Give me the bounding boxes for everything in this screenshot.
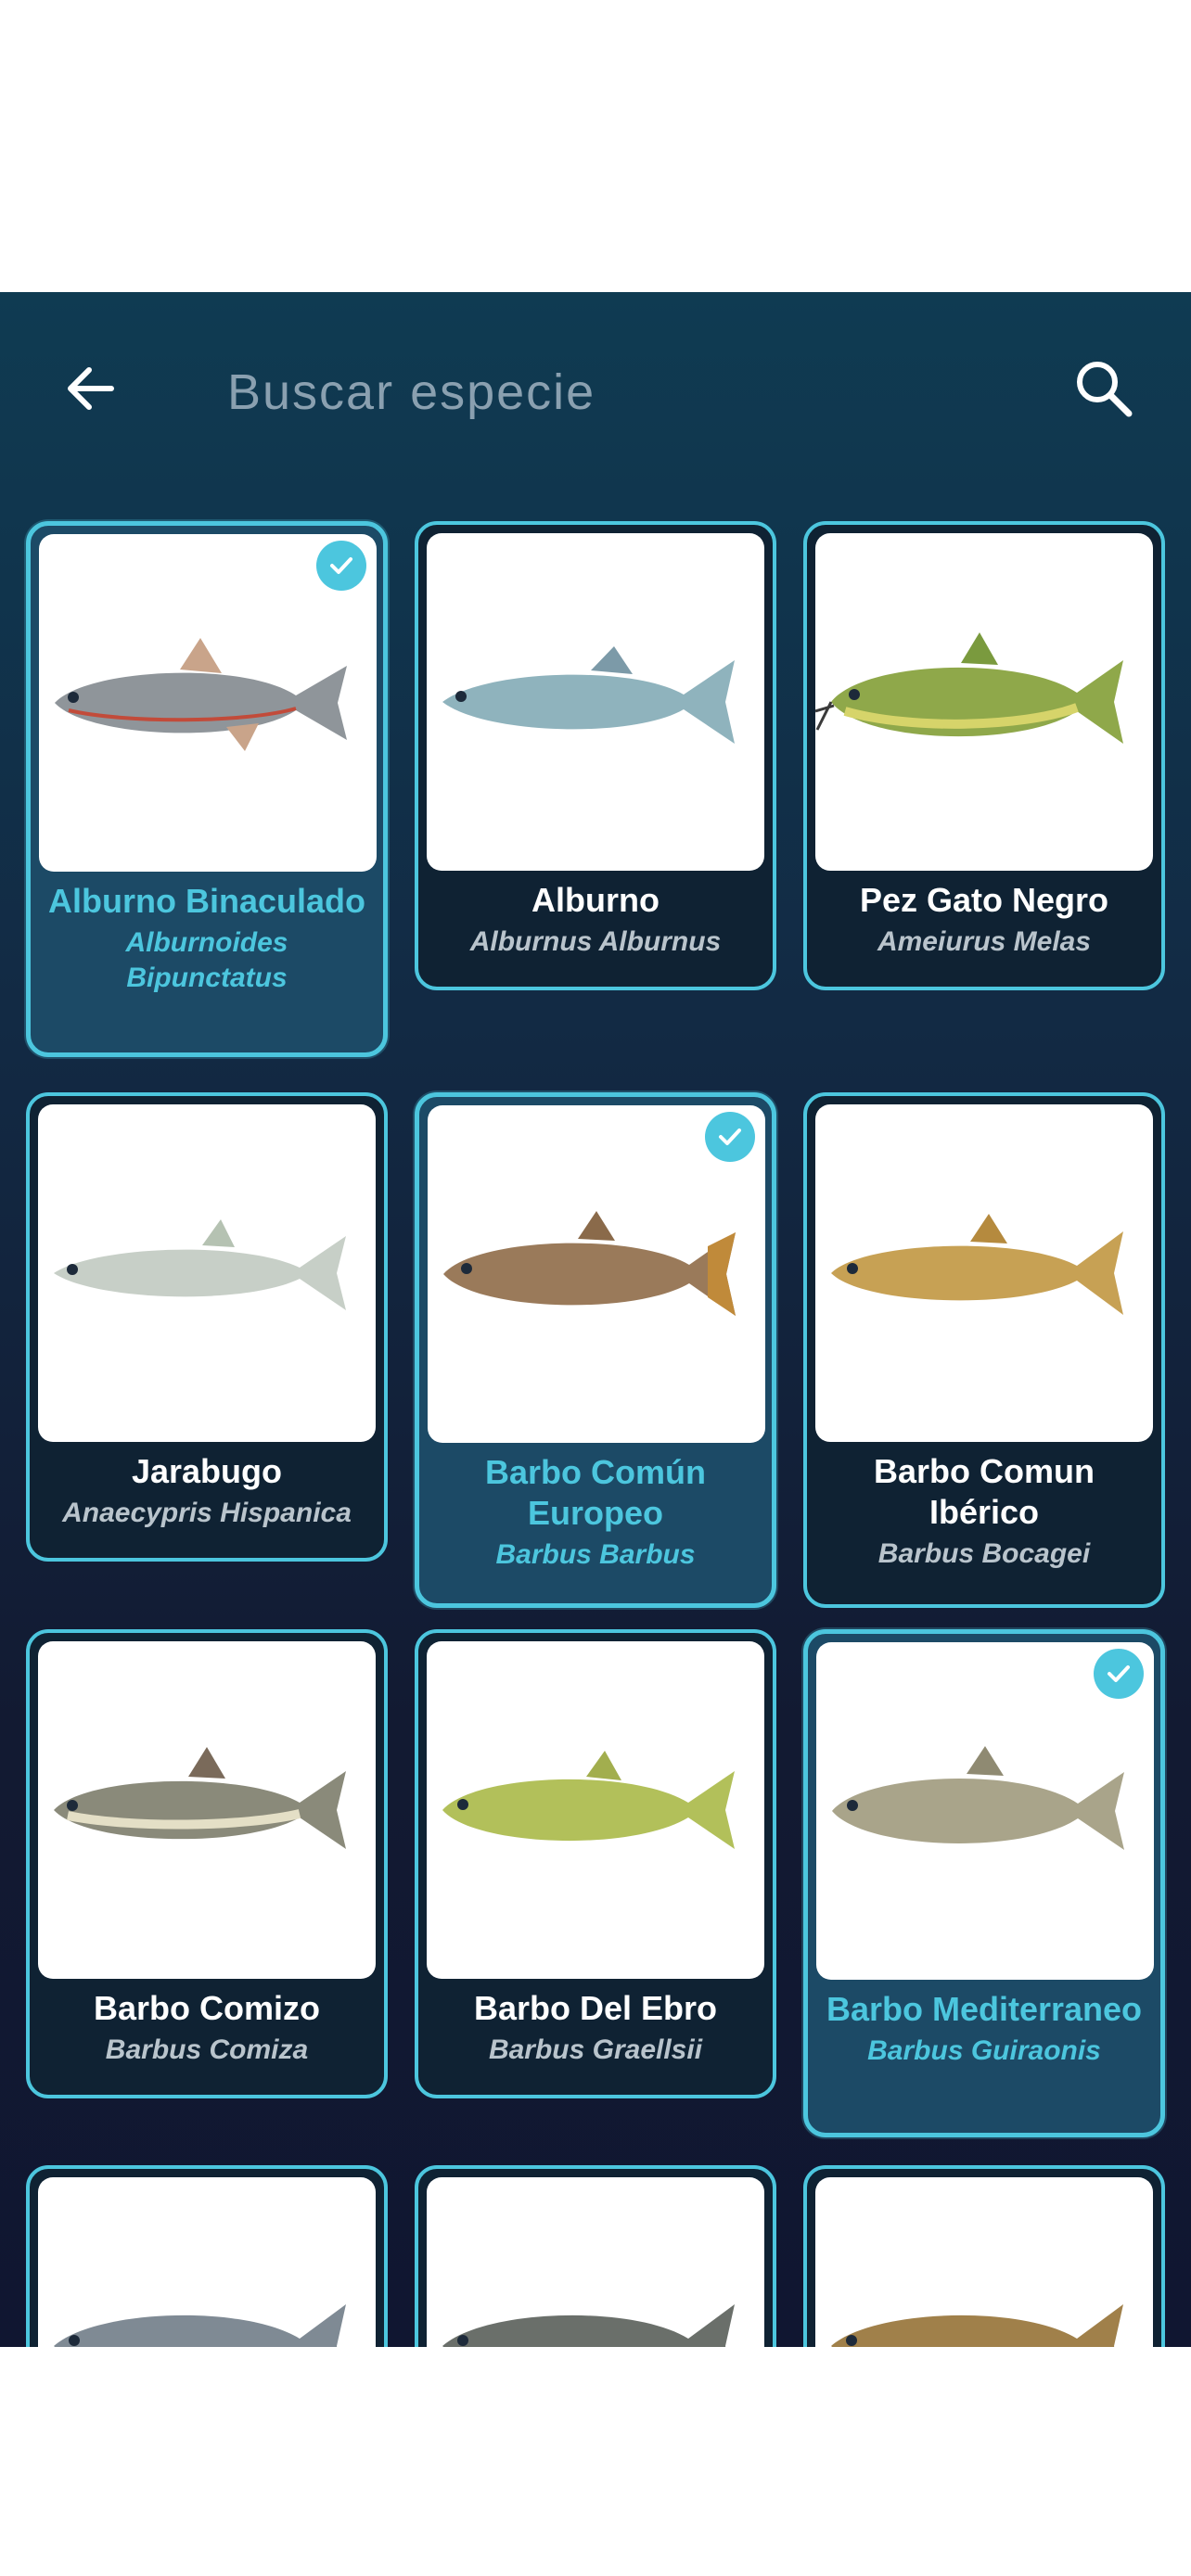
species-card[interactable]: Barbo Mediterraneo Barbus Guiraonis: [803, 1629, 1165, 2137]
fish-image: [38, 2177, 376, 2347]
common-name: Alburno Binaculado: [48, 882, 365, 920]
search-header: [0, 292, 1191, 478]
species-names: Barbo Comun Ibérico Barbus Bocagei: [807, 1451, 1161, 1572]
species-names: Alburno Binaculado Alburnoides Bipunctat…: [31, 881, 383, 996]
scientific-name: Barbus Comiza: [105, 2034, 309, 2065]
fish-image: [815, 1104, 1153, 1442]
species-names: Pez Gato Negro Ameiurus Melas: [807, 880, 1161, 960]
species-names: Barbo Comizo Barbus Comiza: [30, 1988, 384, 2068]
back-arrow-icon: [68, 367, 114, 410]
species-names: Barbo Común Europeo Barbus Barbus: [419, 1452, 772, 1573]
common-name: Barbo Común Europeo: [485, 1453, 706, 1532]
common-name: Barbo Comun Ibérico: [874, 1452, 1095, 1531]
scientific-name: Barbus Graellsii: [488, 2034, 703, 2065]
fish-image: [427, 1641, 764, 1979]
selected-check-icon: [1094, 1649, 1144, 1699]
species-card[interactable]: [803, 2165, 1165, 2347]
species-card[interactable]: [415, 2165, 776, 2347]
fish-image: [427, 2177, 764, 2347]
common-name: Barbo Mediterraneo: [826, 1990, 1143, 2028]
scientific-name: Barbus Bocagei: [877, 1538, 1091, 1569]
selected-check-icon: [316, 541, 366, 591]
search-input[interactable]: [227, 355, 932, 429]
species-card[interactable]: [26, 2165, 388, 2347]
scientific-name: Alburnus Alburnus: [469, 926, 722, 957]
species-card[interactable]: Alburno Alburnus Alburnus: [415, 521, 776, 990]
fish-image: [38, 1104, 376, 1442]
species-card[interactable]: Alburno Binaculado Alburnoides Bipunctat…: [26, 521, 388, 1057]
common-name: Barbo Comizo: [93, 1989, 320, 2027]
scientific-name: Ameiurus Melas: [877, 926, 1092, 957]
selected-check-icon: [705, 1112, 755, 1162]
species-names: Barbo Mediterraneo Barbus Guiraonis: [808, 1989, 1160, 2069]
species-card[interactable]: Pez Gato Negro Ameiurus Melas: [803, 521, 1165, 990]
species-card[interactable]: Barbo Comizo Barbus Comiza: [26, 1629, 388, 2098]
back-button[interactable]: [54, 351, 128, 426]
species-names: Alburno Alburnus Alburnus: [418, 880, 773, 960]
species-card[interactable]: Jarabugo Anaecypris Hispanica: [26, 1092, 388, 1562]
common-name: Pez Gato Negro: [859, 881, 1109, 919]
fish-image: [815, 533, 1153, 871]
common-name: Alburno: [531, 881, 660, 919]
fish-image: [427, 533, 764, 871]
search-button[interactable]: [1065, 350, 1143, 427]
scientific-name: Barbus Barbus: [495, 1539, 696, 1570]
search-icon: [1077, 362, 1133, 417]
fish-image: [38, 1641, 376, 1979]
fish-illustration: [55, 638, 347, 751]
fish-image: [815, 2177, 1153, 2347]
species-card[interactable]: Barbo Del Ebro Barbus Graellsii: [415, 1629, 776, 2098]
species-card[interactable]: Barbo Común Europeo Barbus Barbus: [415, 1092, 776, 1608]
common-name: Barbo Del Ebro: [473, 1989, 718, 2027]
scientific-name: Anaecypris Hispanica: [62, 1498, 352, 1528]
species-card[interactable]: Barbo Comun Ibérico Barbus Bocagei: [803, 1092, 1165, 1608]
scientific-name: Alburnoides Bipunctatus: [125, 927, 288, 993]
species-names: Barbo Del Ebro Barbus Graellsii: [418, 1988, 773, 2068]
species-picker-screen: Alburno Binaculado Alburnoides Bipunctat…: [0, 292, 1191, 2347]
common-name: Jarabugo: [131, 1452, 283, 1490]
species-names: Jarabugo Anaecypris Hispanica: [30, 1451, 384, 1531]
scientific-name: Barbus Guiraonis: [867, 2035, 1101, 2066]
